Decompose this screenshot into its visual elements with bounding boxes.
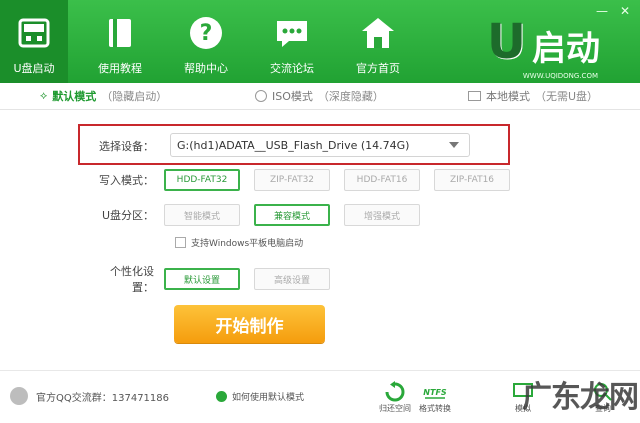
usb-drive-icon — [18, 18, 50, 48]
svg-text:NTFS: NTFS — [423, 388, 447, 397]
logo-text: 启动 — [532, 29, 600, 69]
tool-label: 归还空间 — [379, 404, 411, 413]
tablet-checkbox[interactable]: 支持Windows平板电脑启动 — [175, 236, 303, 249]
nav-label: 官方首页 — [356, 62, 400, 75]
chevron-down-icon — [449, 142, 459, 148]
header-bar: U盘启动 使用教程 ? 帮助中心 交流论坛 官方首页 U 启动 WWW.UQID… — [0, 0, 640, 83]
window-controls: — ✕ — [596, 4, 630, 18]
book-icon — [109, 19, 131, 47]
avatar-icon — [10, 387, 28, 405]
tab-sub-label: （深度隐藏） — [317, 90, 384, 103]
partition-option[interactable]: 增强模式 — [344, 204, 420, 226]
mode-tabs: ⟡ 默认模式 （隐藏启动） ISO模式 （深度隐藏） 本地模式 （无需U盘） — [0, 83, 640, 110]
ntfs-icon: NTFS — [423, 388, 447, 399]
nav-label: 帮助中心 — [184, 62, 228, 75]
top-nav: U盘启动 使用教程 ? 帮助中心 交流论坛 官方首页 — [0, 0, 430, 83]
tab-main-label: 默认模式 — [52, 90, 97, 103]
nav-item-help[interactable]: ? 帮助中心 — [172, 0, 240, 83]
qq-group: 官方QQ交流群：137471186 — [10, 387, 169, 405]
watermark-text: 广东龙网 — [522, 380, 639, 415]
usb-plug-icon: ⟡ — [40, 89, 48, 102]
tool-label: 格式转换 — [419, 404, 451, 413]
disc-icon — [255, 90, 267, 102]
nav-label: 交流论坛 — [270, 62, 314, 75]
write-mode-label: 写入模式： — [99, 174, 154, 187]
tab-main-label: 本地模式 — [486, 90, 530, 103]
restore-icon — [385, 381, 405, 402]
svg-text:?: ? — [200, 21, 213, 46]
minimize-button[interactable]: — — [596, 4, 608, 18]
write-mode-option[interactable]: ZIP-FAT16 — [434, 169, 510, 191]
device-select[interactable]: G:(hd1)ADATA__USB_Flash_Drive (14.74G) — [170, 133, 470, 157]
howto-text: 如何使用默认模式 — [232, 393, 305, 403]
partition-row: U盘分区： 智能模式 兼容模式 增强模式 — [94, 204, 434, 226]
device-value: G:(hd1)ADATA__USB_Flash_Drive (14.74G) — [177, 138, 410, 152]
write-mode-row: 写入模式： HDD-FAT32 ZIP-FAT32 HDD-FAT16 ZIP-… — [94, 169, 524, 191]
info-icon — [216, 391, 227, 402]
write-mode-option[interactable]: ZIP-FAT32 — [254, 169, 330, 191]
partition-option[interactable]: 智能模式 — [164, 204, 240, 226]
partition-label: U盘分区： — [101, 209, 154, 222]
write-mode-option[interactable]: HDD-FAT32 — [164, 169, 240, 191]
tool-format[interactable]: NTFS 格式转换 — [412, 381, 458, 414]
checkbox-box[interactable] — [175, 237, 186, 248]
tab-default-mode[interactable]: ⟡ 默认模式 （隐藏启动） — [40, 88, 167, 104]
logo-letter: U — [487, 14, 526, 70]
start-button[interactable]: 开始制作 — [174, 305, 325, 343]
tab-main-label: ISO模式 — [272, 90, 313, 103]
logo-url: WWW.UQIDONG.COM — [522, 72, 598, 80]
partition-option[interactable]: 兼容模式 — [254, 204, 330, 226]
chat-icon — [277, 21, 307, 47]
device-label: 选择设备： — [99, 140, 154, 153]
personal-option[interactable]: 默认设置 — [164, 268, 240, 290]
personal-row: 个性化设置： 默认设置 高级设置 — [94, 263, 344, 295]
nav-label: 使用教程 — [98, 62, 142, 75]
tab-sub-label: （隐藏启动） — [101, 90, 168, 103]
tab-sub-label: （无需U盘） — [535, 90, 599, 103]
help-icon: ? — [190, 17, 222, 49]
tab-iso-mode[interactable]: ISO模式 （深度隐藏） — [255, 88, 384, 104]
nav-item-home[interactable]: 官方首页 — [344, 0, 412, 83]
nav-item-forum[interactable]: 交流论坛 — [258, 0, 326, 83]
personal-label: 个性化设置： — [110, 265, 154, 294]
app-logo: U 启动 WWW.UQIDONG.COM — [487, 14, 600, 80]
tablet-checkbox-label: 支持Windows平板电脑启动 — [191, 239, 304, 249]
close-button[interactable]: ✕ — [620, 4, 630, 18]
write-mode-option[interactable]: HDD-FAT16 — [344, 169, 420, 191]
qq-text: 官方QQ交流群：137471186 — [36, 392, 170, 404]
home-icon — [362, 18, 394, 48]
nav-item-tutorial[interactable]: 使用教程 — [86, 0, 154, 83]
monitor-icon — [468, 91, 481, 101]
howto-link[interactable]: 如何使用默认模式 — [216, 390, 304, 403]
personal-option[interactable]: 高级设置 — [254, 268, 330, 290]
nav-label: U盘启动 — [13, 62, 55, 75]
device-row: 选择设备： — [94, 138, 164, 154]
tab-local-mode[interactable]: 本地模式 （无需U盘） — [468, 88, 598, 104]
nav-item-usb-boot[interactable]: U盘启动 — [0, 0, 68, 83]
